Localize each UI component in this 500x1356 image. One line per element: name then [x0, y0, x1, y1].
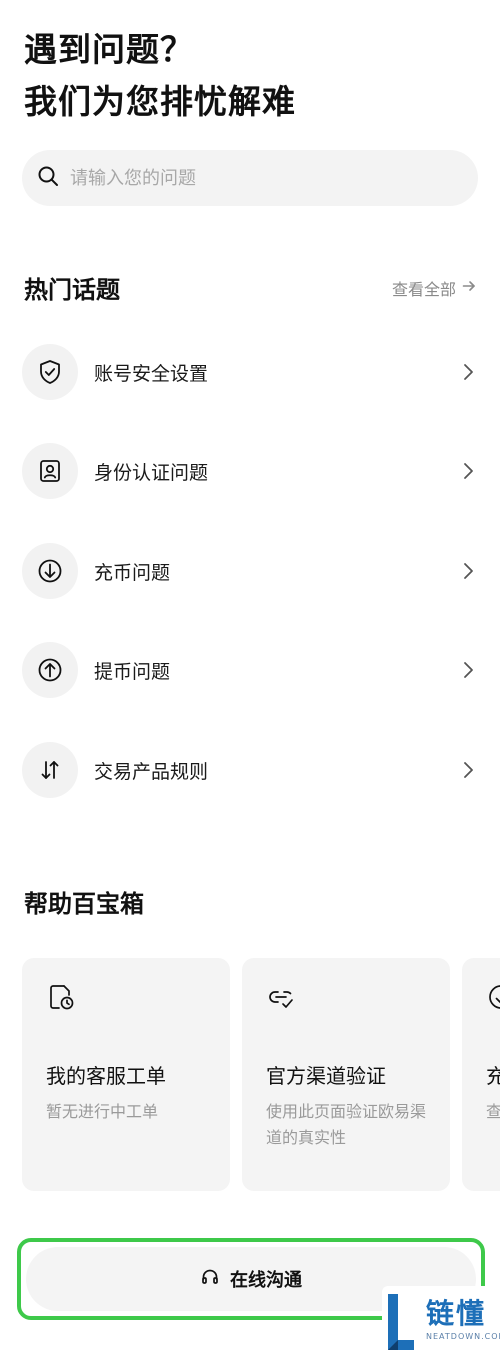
hot-topics-header: 热门话题 查看全部 — [24, 270, 476, 305]
search-input[interactable] — [70, 158, 450, 198]
topic-item-account-security[interactable]: 账号安全设置 — [22, 344, 478, 400]
chevron-right-icon — [458, 461, 478, 481]
shield-check-icon — [22, 344, 78, 400]
headset-icon — [200, 1267, 230, 1292]
topic-label: 身份认证问题 — [94, 461, 209, 484]
ticket-clock-icon — [46, 982, 206, 1012]
id-card-icon — [22, 443, 78, 499]
swap-arrows-icon — [22, 742, 78, 798]
chevron-right-icon — [458, 561, 478, 581]
help-center-page: 遇到问题？ 我们为您排忧解难 热门话题 查看全部 — [0, 0, 500, 1356]
toolbox-header: 帮助百宝箱 — [24, 884, 476, 919]
chevron-right-icon — [458, 760, 478, 780]
watermark: 链懂 NEATDOWN.COM — [382, 1286, 500, 1356]
search-icon — [36, 164, 60, 192]
topic-label: 充币问题 — [94, 561, 171, 584]
hero-title-line-1: 遇到问题？ — [24, 30, 194, 69]
watermark-subtext: NEATDOWN.COM — [426, 1332, 500, 1341]
card-support-tickets[interactable]: 我的客服工单 暂无进行中工单 — [22, 958, 230, 1191]
chevron-right-icon — [458, 660, 478, 680]
watermark-text: 链懂 — [426, 1297, 487, 1330]
hot-topics-title: 热门话题 — [24, 276, 120, 304]
withdraw-arrow-up-icon — [22, 642, 78, 698]
topic-label: 提币问题 — [94, 660, 171, 683]
toolbox-cards: 我的客服工单 暂无进行中工单 官方渠道验证 使用此页面验证欧易渠道的真实性 充 … — [22, 958, 500, 1191]
see-all-link[interactable]: 查看全部 — [392, 276, 476, 300]
watermark-logo — [388, 1294, 414, 1350]
see-all-label: 查看全部 — [391, 279, 456, 299]
arrow-right-icon — [456, 278, 476, 297]
link-check-icon — [266, 982, 426, 1012]
hero-heading: 遇到问题？ 我们为您排忧解难 — [24, 24, 296, 128]
hero-title-line-2: 我们为您排忧解难 — [24, 82, 296, 121]
topic-item-deposit[interactable]: 充币问题 — [22, 543, 478, 599]
card-title: 我的客服工单 — [46, 1064, 166, 1088]
online-chat-label: 在线沟通 — [230, 1270, 302, 1291]
card-title: 官方渠道验证 — [266, 1064, 386, 1088]
card-title: 充 — [486, 1064, 500, 1088]
topic-item-withdrawal[interactable]: 提币问题 — [22, 642, 478, 698]
card-deposit-partial[interactable]: 充 查 — [462, 958, 500, 1191]
chevron-right-icon — [458, 362, 478, 382]
topic-item-identity-verification[interactable]: 身份认证问题 — [22, 443, 478, 499]
card-description: 查 — [486, 1102, 500, 1121]
card-official-channel-verify[interactable]: 官方渠道验证 使用此页面验证欧易渠道的真实性 — [242, 958, 450, 1191]
card-description: 使用此页面验证欧易渠道的真实性 — [266, 1102, 427, 1147]
topic-label: 账号安全设置 — [94, 362, 209, 385]
deposit-arrow-down-icon — [486, 982, 500, 1012]
deposit-arrow-down-icon — [22, 543, 78, 599]
topic-item-trading-rules[interactable]: 交易产品规则 — [22, 742, 478, 798]
toolbox-title: 帮助百宝箱 — [24, 890, 144, 918]
card-description: 暂无进行中工单 — [46, 1102, 159, 1121]
topic-label: 交易产品规则 — [94, 760, 209, 783]
search-bar[interactable] — [22, 150, 478, 206]
